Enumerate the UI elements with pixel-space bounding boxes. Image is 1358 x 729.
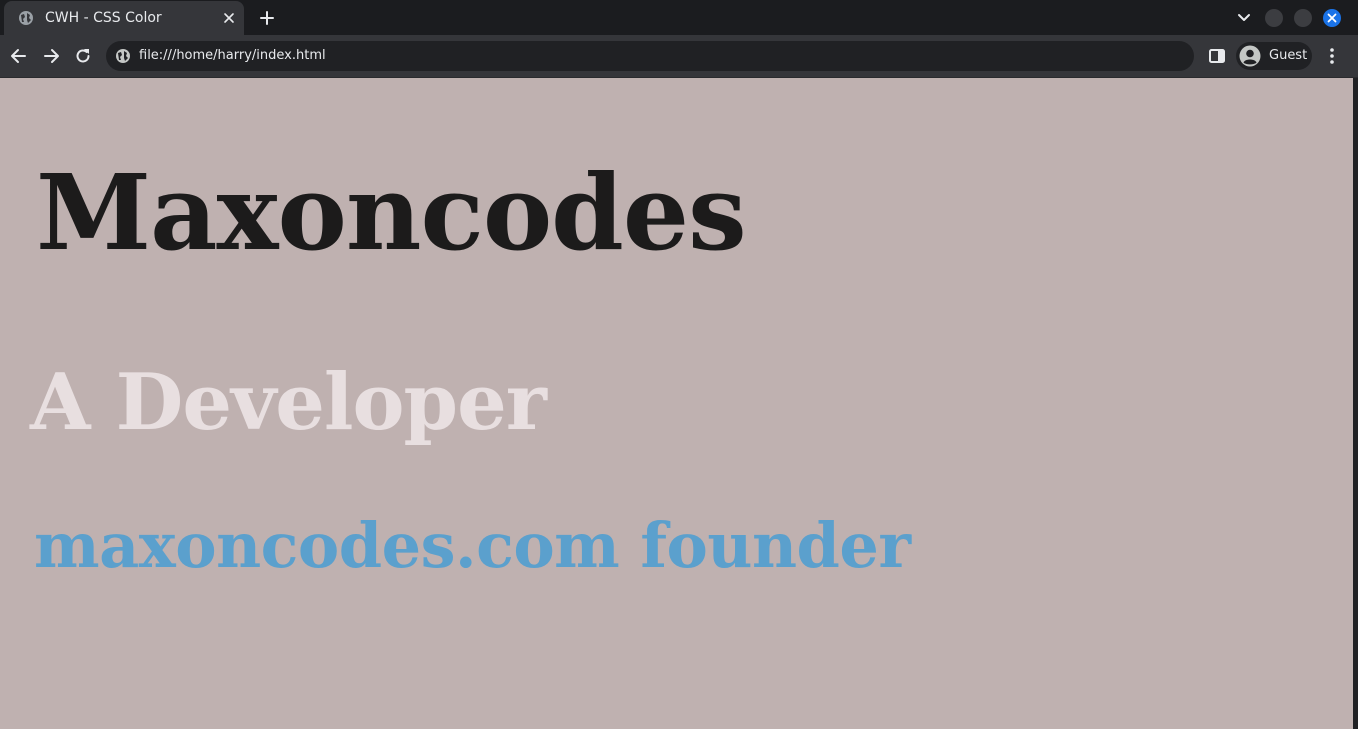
guest-avatar-icon — [1239, 45, 1261, 67]
scrollbar-track[interactable] — [1353, 78, 1358, 729]
browser-window: CWH - CSS Color file:///home/harry/index… — [0, 0, 1358, 729]
back-arrow-icon[interactable] — [9, 46, 29, 66]
reload-icon[interactable] — [73, 46, 93, 66]
window-close-button[interactable] — [1323, 9, 1341, 27]
kebab-menu-icon[interactable] — [1322, 46, 1342, 66]
address-url[interactable]: file:///home/harry/index.html — [139, 47, 326, 65]
tab-cwh-css-color[interactable]: CWH - CSS Color — [4, 1, 244, 35]
profile-label: Guest — [1269, 48, 1308, 63]
page-heading: Maxoncodes — [36, 151, 747, 274]
maximize-button[interactable] — [1294, 9, 1312, 27]
minimize-button[interactable] — [1265, 9, 1283, 27]
page-tagline: maxoncodes.com founder — [34, 509, 911, 582]
side-panel-icon[interactable] — [1208, 47, 1226, 65]
browser-toolbar: file:///home/harry/index.html Guest — [0, 35, 1358, 78]
globe-icon — [19, 11, 33, 25]
close-icon — [1327, 13, 1337, 23]
tab-strip: CWH - CSS Color — [0, 0, 1358, 35]
page-subheading: A Developer — [30, 357, 547, 448]
globe-icon[interactable] — [115, 48, 131, 64]
new-tab-plus-icon[interactable] — [257, 8, 277, 28]
address-bar[interactable]: file:///home/harry/index.html — [106, 41, 1194, 71]
profile-button[interactable]: Guest — [1236, 42, 1312, 70]
page-viewport: Maxoncodes A Developer maxoncodes.com fo… — [0, 78, 1353, 729]
chevron-down-icon[interactable] — [1235, 9, 1253, 27]
close-icon[interactable] — [222, 11, 236, 25]
forward-arrow-icon[interactable] — [41, 46, 61, 66]
tab-title: CWH - CSS Color — [45, 10, 162, 26]
